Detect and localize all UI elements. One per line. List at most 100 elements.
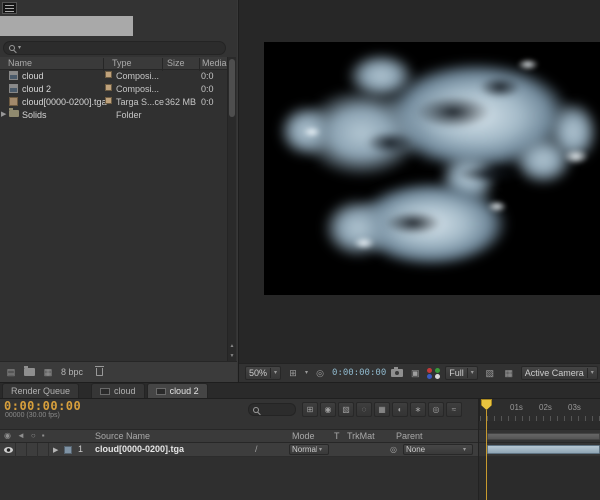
after-effects-window: ▾ Name Type Size Media D cloud Composi..… [0,0,600,500]
scrollbar-thumb[interactable] [229,59,235,117]
blend-mode-dropdown[interactable]: Normal ▾ [289,444,329,455]
scroll-down-icon[interactable]: ▼ [228,352,236,361]
audio-column-icon[interactable]: ◄ [17,431,25,440]
label-color-chip[interactable] [105,71,112,78]
interpret-footage-icon[interactable]: ▤ [5,366,17,379]
alpha-channel-dot [435,373,441,379]
show-snapshot-button[interactable]: ▣ [408,366,422,380]
live-update-button[interactable]: ◉ [320,402,336,417]
project-row-solids[interactable]: ▶ Solids Folder [0,108,227,122]
column-header-mode[interactable]: Mode [292,431,315,441]
tab-render-queue[interactable]: Render Queue [2,383,80,398]
label-color-chip[interactable] [105,84,112,91]
eye-column-icon[interactable]: ◉ [4,431,11,440]
search-options-arrow-icon[interactable]: ▾ [18,45,21,51]
column-header-source-name[interactable]: Source Name [95,431,150,441]
project-column-headers[interactable]: Name Type Size Media D [0,57,236,71]
tab-cloud-2[interactable]: cloud 2 [146,383,208,398]
green-channel-dot [435,367,441,373]
timeline-track-empty-area [479,457,600,500]
current-time-display[interactable]: 0:00:00:00 [4,399,81,413]
layer-twirl-icon[interactable]: ▶ [53,446,58,454]
parent-pick-whip-icon[interactable]: ◎ [390,445,397,454]
preview-time-display[interactable]: 0:00:00:00 [332,368,386,378]
search-icon [9,45,15,51]
mask-visibility-button[interactable]: ◎ [313,366,327,380]
ruler-label: 03s [568,403,581,412]
project-row-cloud-2[interactable]: cloud 2 Composi... 0:0 [0,83,227,96]
timeline-search-input[interactable] [248,403,296,416]
column-header-trkmat[interactable]: TrkMat [347,431,375,441]
3d-view-dropdown[interactable]: Active Camera ▾ [520,366,598,380]
cell-divider [48,443,49,457]
project-search-input[interactable]: ▾ [3,41,226,55]
layer-duration-bar[interactable] [487,445,600,454]
layer-source-name[interactable]: cloud[0000-0200].tga [95,444,184,454]
motion-blur-button[interactable]: ◐ [392,402,408,417]
current-time-indicator-line [486,399,487,500]
mini-flowchart-button[interactable]: ⊞ [302,402,318,417]
trash-icon[interactable] [95,366,105,376]
column-header-t[interactable]: T [334,431,340,441]
lock-column-icon[interactable]: ▪ [42,431,45,440]
column-header-name[interactable]: Name [8,58,32,68]
panel-menu-icon[interactable] [2,2,17,14]
layer-track-area[interactable] [479,443,600,457]
auto-keyframe-button[interactable]: ◎ [428,402,444,417]
time-ruler[interactable]: 01s 02s 03s [479,399,600,421]
item-name[interactable]: Solids [22,110,47,120]
quality-switch-icon[interactable]: / [255,444,258,454]
tab-cloud[interactable]: cloud [91,383,145,398]
project-row-cloud-sequence[interactable]: cloud[0000-0200].tga Targa S...ce 362 MB… [0,96,227,109]
project-color-depth-button[interactable]: 8 bpc [61,367,83,377]
frame-blending-button[interactable]: ▦ [374,402,390,417]
timeline-panel: Render Queue cloud cloud 2 0:00:00:00 00… [0,382,600,500]
scroll-up-icon[interactable]: ▲ [228,342,236,351]
cloud-highlight [352,236,376,250]
draft-3d-button[interactable]: ▧ [338,402,354,417]
item-media-duration: 0:0 [201,71,214,81]
column-header-parent[interactable]: Parent [396,431,423,441]
new-folder-icon[interactable] [24,366,35,376]
work-area-bar[interactable] [487,433,600,440]
channel-settings-button[interactable] [427,367,441,379]
composition-viewer-panel: 50% ▾ ⊞ ▾ ◎ 0:00:00:00 ▣ Full ▾ ▧ ▦ Acti… [238,0,600,382]
region-of-interest-button[interactable]: ▧ [483,366,497,380]
composition-tab-icon [100,387,111,395]
project-row-cloud[interactable]: cloud Composi... 0:0 [0,70,227,83]
column-header-type[interactable]: Type [112,58,132,68]
composition-icon [9,84,18,93]
snapshot-camera-icon[interactable] [391,367,404,377]
item-name[interactable]: cloud [22,71,44,81]
timeline-panel-divider[interactable] [478,399,479,500]
grid-guides-arrow-icon[interactable]: ▾ [305,370,308,376]
column-header-size[interactable]: Size [167,58,185,68]
brainstorm-button[interactable]: ∗ [410,402,426,417]
layer-label-color-chip[interactable] [64,446,72,454]
cloud-shadow [454,164,526,184]
timeline-spacer-left [0,421,479,429]
grid-guides-button[interactable]: ⊞ [286,366,300,380]
resolution-dropdown[interactable]: Full ▾ [445,366,478,380]
graph-editor-button[interactable]: ≈ [446,402,462,417]
layer-row-1[interactable]: ▶ 1 cloud[0000-0200].tga / Normal ▾ ◎ No… [0,443,479,457]
timeline-tab-bar: Render Queue cloud cloud 2 [0,383,600,399]
chevron-down-icon: ▾ [470,370,474,376]
folder-twirl-icon[interactable]: ▶ [1,110,6,118]
item-type: Composi... [116,71,160,81]
item-name[interactable]: cloud 2 [22,84,51,94]
transparency-grid-button[interactable]: ▦ [502,366,516,380]
parent-value: None [406,445,426,454]
zoom-dropdown[interactable]: 50% ▾ [245,366,282,380]
layer-visibility-eye-icon[interactable] [4,447,13,453]
label-color-chip[interactable] [105,97,112,104]
item-type: Folder [116,110,142,120]
cloud-shadow [412,94,494,130]
item-name[interactable]: cloud[0000-0200].tga [22,97,107,107]
hide-shy-layers-button[interactable]: ◌ [356,402,372,417]
project-scrollbar[interactable]: ▲ ▼ [227,57,236,361]
solo-column-icon[interactable]: ○ [31,431,36,440]
new-composition-icon[interactable]: ▦ [42,366,54,379]
composition-viewport[interactable] [264,42,600,295]
parent-dropdown[interactable]: None ▾ [403,444,473,455]
